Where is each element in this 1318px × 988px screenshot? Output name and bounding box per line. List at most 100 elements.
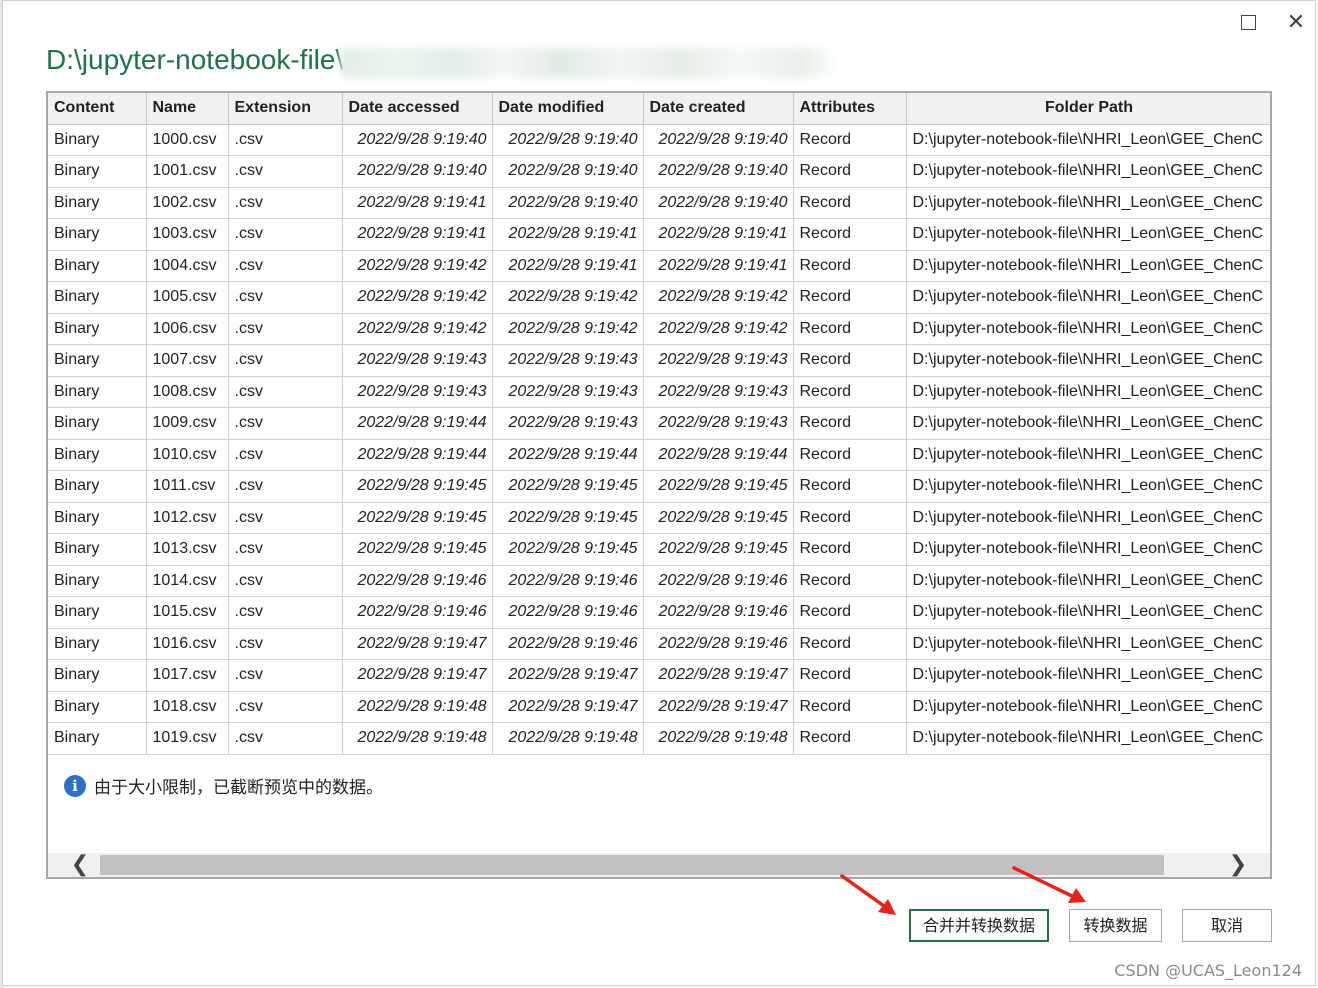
column-header[interactable]: Name [146, 93, 229, 125]
table-cell: D:\jupyter-notebook-file\NHRI_Leon\GEE_C… [906, 344, 1270, 377]
table-cell: 2022/9/28 9:19:47 [342, 628, 493, 660]
combine-transform-button[interactable]: 合并并转换数据 [909, 909, 1049, 942]
table-cell: 2022/9/28 9:19:46 [342, 596, 493, 629]
table-row: Binary 1017.csv .csv 2022/9/28 9:19:47 2022/… [48, 659, 1270, 692]
table-cell: Record [793, 502, 907, 534]
table-cell: D:\jupyter-notebook-file\NHRI_Leon\GEE_C… [906, 187, 1270, 219]
table-cell: Binary [48, 218, 147, 251]
table-cell: 2022/9/28 9:19:48 [342, 691, 493, 723]
table-cell: 1005.csv [146, 281, 229, 314]
table-cell: .csv [228, 407, 343, 440]
table-cell: Binary [48, 722, 147, 755]
table-cell: Record [793, 565, 907, 597]
table-row: Binary 1013.csv .csv 2022/9/28 9:19:45 2022/… [48, 533, 1270, 566]
table-cell: Record [793, 439, 907, 471]
table-cell: .csv [228, 313, 343, 345]
table-cell: 2022/9/28 9:19:45 [342, 470, 493, 503]
table-cell: Binary [48, 596, 147, 629]
table-cell: 1018.csv [146, 691, 229, 723]
table-row: Binary 1010.csv .csv 2022/9/28 9:19:44 2022/… [48, 439, 1270, 471]
table-cell: 1009.csv [146, 407, 229, 440]
truncation-notice-text: 由于大小限制，已截断预览中的数据。 [94, 778, 383, 798]
table-cell: .csv [228, 596, 343, 629]
column-header[interactable]: Date modified [492, 93, 644, 125]
table-cell: .csv [228, 187, 343, 219]
table-cell: Record [793, 691, 907, 723]
table-cell: 2022/9/28 9:19:47 [643, 691, 794, 723]
maximize-button[interactable] [1233, 9, 1263, 37]
table-cell: D:\jupyter-notebook-file\NHRI_Leon\GEE_C… [906, 628, 1270, 660]
column-header[interactable]: Date accessed [342, 93, 493, 125]
close-button[interactable]: ✕ [1281, 9, 1311, 37]
horizontal-scrollbar[interactable]: ❮ ❯ [48, 853, 1270, 877]
cancel-button[interactable]: 取消 [1182, 909, 1272, 942]
close-icon: ✕ [1286, 10, 1306, 35]
table-cell: Record [793, 470, 907, 503]
table-cell: 2022/9/28 9:19:47 [492, 691, 644, 723]
table-cell: 1013.csv [146, 533, 229, 566]
table-cell: Binary [48, 691, 147, 723]
column-header[interactable]: Folder Path [906, 93, 1270, 125]
table-cell: .csv [228, 502, 343, 534]
table-cell: 2022/9/28 9:19:48 [492, 722, 644, 755]
table-cell: Binary [48, 533, 147, 566]
table-cell: 2022/9/28 9:19:48 [342, 722, 493, 755]
table-cell: 1001.csv [146, 155, 229, 188]
table-cell: 2022/9/28 9:19:47 [643, 659, 794, 692]
table-cell: 1016.csv [146, 628, 229, 660]
table-cell: 2022/9/28 9:19:44 [492, 439, 644, 471]
table-cell: 2022/9/28 9:19:43 [492, 344, 644, 377]
table-row: Binary 1001.csv .csv 2022/9/28 9:19:40 2022/… [48, 155, 1270, 188]
table-row: Binary 1018.csv .csv 2022/9/28 9:19:48 2022/… [48, 691, 1270, 723]
table-cell: 2022/9/28 9:19:45 [492, 533, 644, 566]
column-header[interactable]: Date created [643, 93, 794, 125]
table-cell: 2022/9/28 9:19:45 [492, 470, 644, 503]
table-cell: D:\jupyter-notebook-file\NHRI_Leon\GEE_C… [906, 502, 1270, 534]
table-cell: Record [793, 281, 907, 314]
scroll-left-icon[interactable]: ❮ [68, 853, 92, 877]
table-cell: 2022/9/28 9:19:41 [643, 218, 794, 251]
table-cell: 2022/9/28 9:19:43 [643, 407, 794, 440]
table-cell: Record [793, 344, 907, 377]
truncation-notice: i 由于大小限制，已截断预览中的数据。 [64, 773, 383, 798]
column-header[interactable]: Extension [228, 93, 343, 125]
table-cell: Binary [48, 470, 147, 503]
watermark: CSDN @UCAS_Leon124 [1114, 961, 1302, 980]
table-cell: .csv [228, 439, 343, 471]
table-cell: 2022/9/28 9:19:45 [492, 502, 644, 534]
table-cell: .csv [228, 628, 343, 660]
preview-grid: Content Name Extension Date accessed Date mo… [46, 91, 1272, 879]
table-cell: D:\jupyter-notebook-file\NHRI_Leon\GEE_C… [906, 250, 1270, 282]
table-cell: .csv [228, 281, 343, 314]
table-cell: .csv [228, 250, 343, 282]
table-cell: Binary [48, 659, 147, 692]
scroll-right-icon[interactable]: ❯ [1226, 853, 1250, 877]
table-cell: 1011.csv [146, 470, 229, 503]
table-cell: Binary [48, 124, 147, 156]
table-cell: D:\jupyter-notebook-file\NHRI_Leon\GEE_C… [906, 659, 1270, 692]
transform-data-button[interactable]: 转换数据 [1069, 909, 1162, 942]
redacted-path-overlay [340, 48, 840, 78]
table-cell: .csv [228, 218, 343, 251]
table-cell: 2022/9/28 9:19:43 [342, 344, 493, 377]
table-cell: 2022/9/28 9:19:43 [643, 344, 794, 377]
table-cell: 1015.csv [146, 596, 229, 629]
table-cell: 2022/9/28 9:19:45 [643, 533, 794, 566]
table-cell: D:\jupyter-notebook-file\NHRI_Leon\GEE_C… [906, 281, 1270, 314]
table-cell: Binary [48, 250, 147, 282]
column-header[interactable]: Content [48, 93, 147, 125]
table-cell: 1006.csv [146, 313, 229, 345]
table-cell: 1008.csv [146, 376, 229, 408]
table-cell: D:\jupyter-notebook-file\NHRI_Leon\GEE_C… [906, 722, 1270, 755]
column-header[interactable]: Attributes [793, 93, 907, 125]
table-cell: Record [793, 187, 907, 219]
table-cell: 2022/9/28 9:19:45 [342, 533, 493, 566]
scrollbar-thumb[interactable] [100, 855, 1164, 875]
table-row: Binary 1015.csv .csv 2022/9/28 9:19:46 2022/… [48, 596, 1270, 629]
table-cell: D:\jupyter-notebook-file\NHRI_Leon\GEE_C… [906, 313, 1270, 345]
table-cell: 2022/9/28 9:19:44 [643, 439, 794, 471]
table-cell: Binary [48, 281, 147, 314]
table-cell: Binary [48, 187, 147, 219]
table-cell: D:\jupyter-notebook-file\NHRI_Leon\GEE_C… [906, 376, 1270, 408]
table-cell: 2022/9/28 9:19:46 [342, 565, 493, 597]
